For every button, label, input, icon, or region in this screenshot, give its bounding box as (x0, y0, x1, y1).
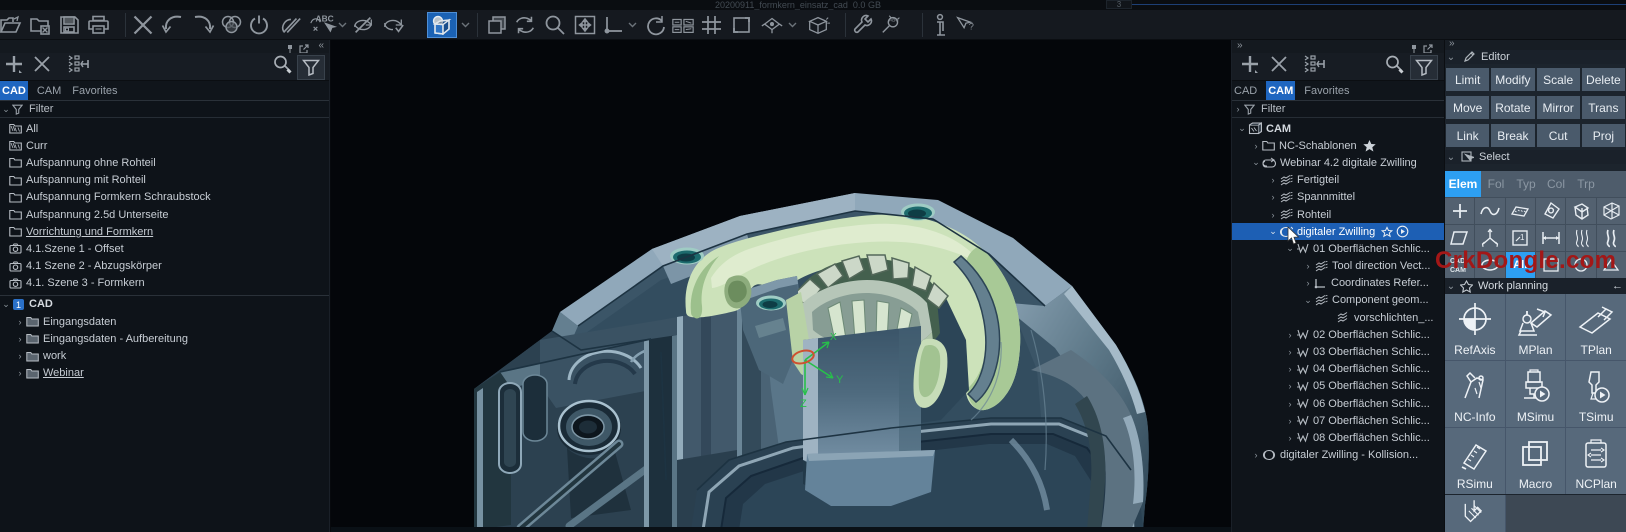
svg-text:Z: Z (800, 398, 807, 410)
svg-text:1: 1 (16, 300, 21, 310)
svg-text:X: X (830, 332, 837, 343)
svg-text:ABC: ABC (316, 13, 334, 23)
svg-text:1: 1 (1520, 233, 1525, 242)
svg-text:?: ? (969, 22, 974, 32)
svg-text:ABC: ABC (889, 17, 899, 22)
svg-text:Y: Y (836, 374, 844, 386)
